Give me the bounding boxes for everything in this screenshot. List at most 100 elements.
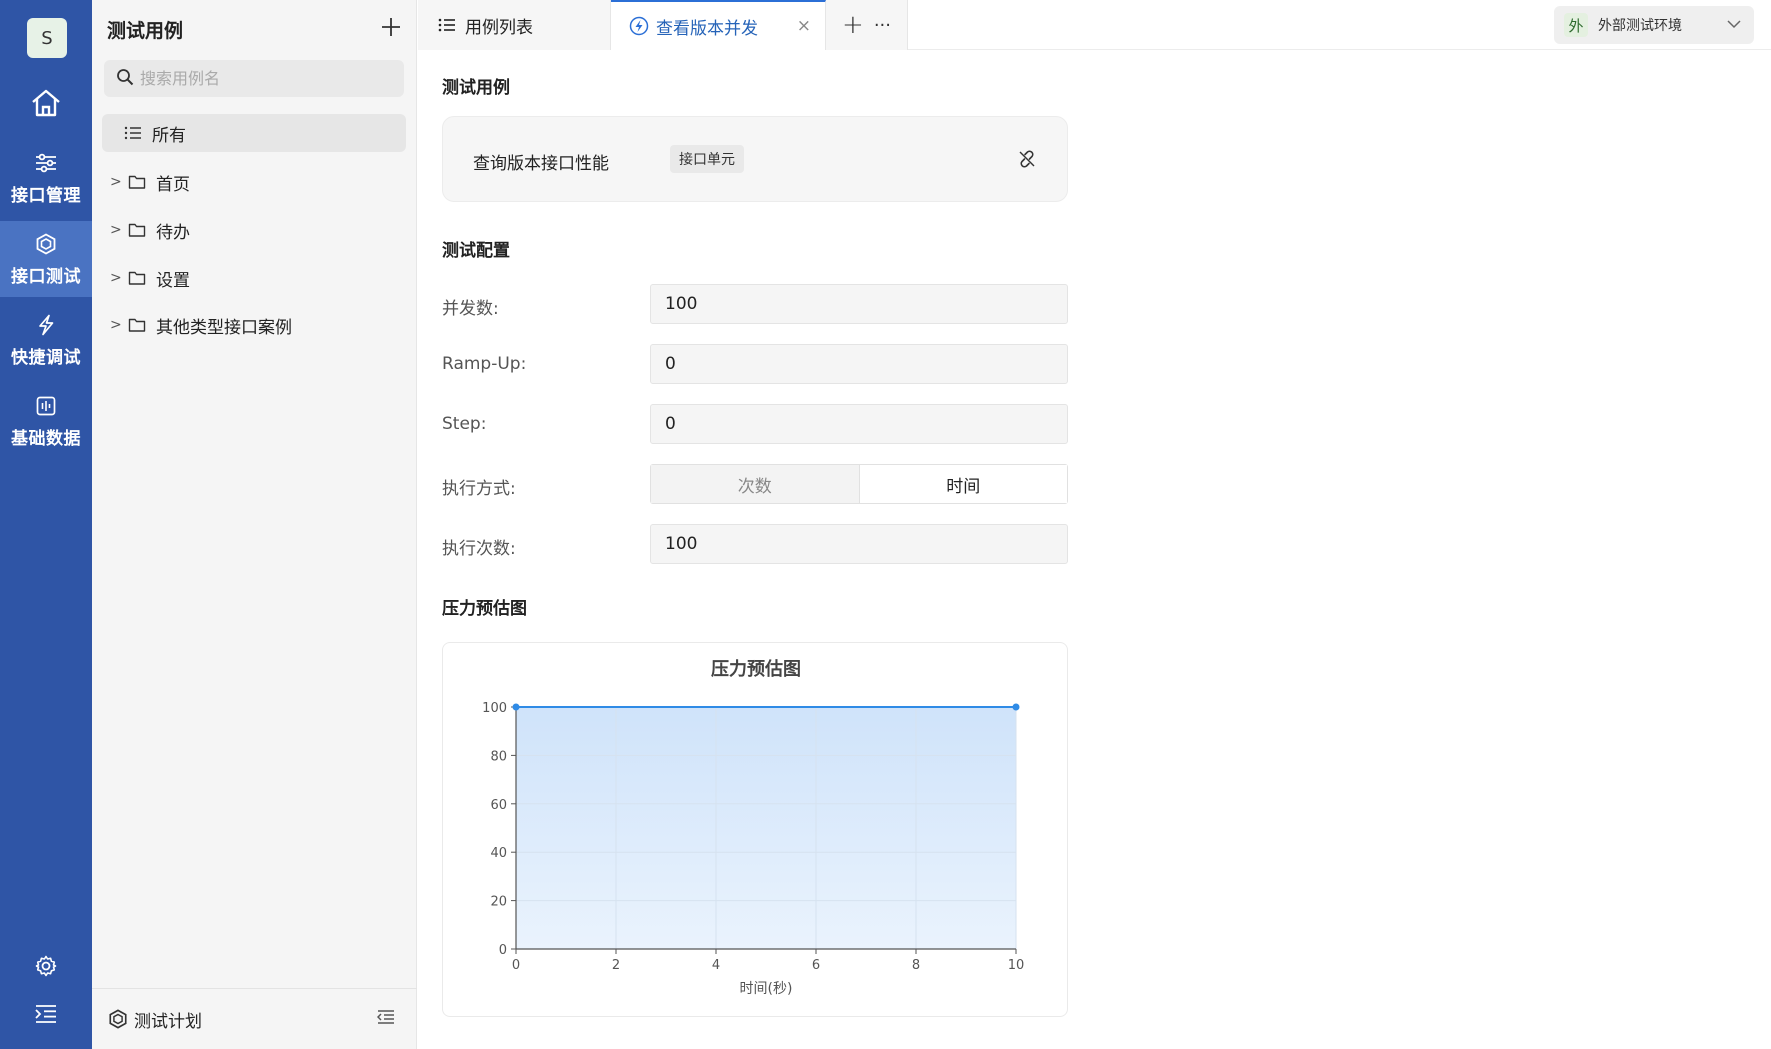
tab-actions: + ··· — [826, 0, 908, 50]
list-icon — [438, 15, 458, 35]
lightning-circle-icon — [629, 16, 649, 36]
mode-option-count[interactable]: 次数 — [651, 465, 860, 503]
tree-folder-other-cases[interactable]: > 其他类型接口案例 — [102, 306, 406, 344]
execution-count-input[interactable] — [650, 524, 1068, 564]
y-tick-label: 100 — [482, 701, 507, 716]
x-tick-label: 0 — [512, 958, 520, 973]
collapse-menu-icon[interactable] — [376, 1009, 397, 1029]
execution-count-label: 执行次数: — [442, 539, 516, 559]
rail-item-api-test[interactable]: 接口测试 — [0, 221, 92, 297]
y-tick-label: 60 — [490, 798, 507, 813]
rail-item-quick-debug[interactable]: 快捷调试 — [0, 302, 92, 378]
tree-folder-home[interactable]: > 首页 — [102, 163, 406, 201]
x-tick-label: 6 — [812, 958, 820, 973]
chart-title: 压力预估图 — [711, 658, 801, 680]
case-tree-panel: 测试用例 所有 > 首页 > 待办 > — [92, 0, 417, 1049]
y-tick-label: 0 — [499, 943, 507, 958]
chevron-right-icon[interactable]: > — [110, 317, 124, 333]
pressure-chart: 压力预估图 0 2 4 6 8 10 0 20 40 60 80 100 时间(秒) — [442, 642, 1068, 1017]
search-box — [104, 60, 404, 97]
series-area — [516, 707, 1016, 949]
home-icon[interactable] — [28, 86, 64, 120]
hexagon-cube-icon — [34, 232, 58, 256]
search-icon — [116, 68, 134, 90]
chevron-down-icon[interactable] — [1726, 16, 1742, 32]
x-axis-label: 时间(秒) — [740, 981, 793, 997]
step-label: Step: — [442, 414, 487, 434]
concurrency-label: 并发数: — [442, 299, 499, 319]
chevron-right-icon[interactable]: > — [110, 270, 124, 286]
add-icon[interactable] — [380, 16, 402, 38]
panel-title: 测试用例 — [107, 20, 184, 42]
y-tick-label: 40 — [490, 846, 507, 861]
chevron-right-icon[interactable]: > — [110, 222, 124, 238]
x-tick-label: 2 — [612, 958, 620, 973]
sliders-icon — [34, 151, 58, 175]
settings-gear-icon[interactable] — [30, 950, 62, 982]
rampup-label: Ramp-Up: — [442, 354, 527, 374]
step-input[interactable] — [650, 404, 1068, 444]
environment-badge: 外 — [1564, 13, 1588, 37]
tree-item-label: 设置 — [156, 270, 190, 291]
search-input[interactable] — [140, 69, 380, 88]
section-title-pressure-chart: 压力预估图 — [442, 599, 527, 619]
data-point — [512, 703, 520, 711]
tree-item-label: 其他类型接口案例 — [156, 317, 292, 338]
test-plan-icon — [108, 1009, 128, 1029]
rail-item-base-data[interactable]: 基础数据 — [0, 383, 92, 459]
case-name: 查询版本接口性能 — [473, 154, 609, 174]
tree-item-label: 待办 — [156, 222, 190, 243]
tab-label: 用例列表 — [465, 17, 533, 38]
tree-item-label: 首页 — [156, 174, 190, 195]
avatar[interactable]: S — [27, 18, 67, 58]
chevron-right-icon[interactable]: > — [110, 174, 124, 190]
rail-item-label: 接口管理 — [11, 185, 81, 206]
rampup-input[interactable] — [650, 344, 1068, 384]
test-case-card: 查询版本接口性能 接口单元 — [442, 116, 1068, 202]
pressure-chart-svg: 压力预估图0 2 4 6 8 10020406080100时间(秒) — [482, 658, 1025, 997]
y-tick-label: 20 — [490, 895, 507, 910]
folder-icon — [128, 220, 148, 240]
x-tick-label: 10 — [1008, 958, 1025, 973]
tree-folder-settings[interactable]: > 设置 — [102, 259, 406, 297]
data-panel-icon — [34, 394, 58, 418]
tab-version-concurrency[interactable]: 查看版本并发 × — [611, 0, 826, 50]
tree-folder-todo[interactable]: > 待办 — [102, 211, 406, 249]
unlink-icon[interactable] — [1017, 149, 1037, 169]
tab-label: 查看版本并发 — [656, 18, 758, 39]
rail-item-label: 基础数据 — [11, 428, 81, 449]
y-tick-label: 80 — [490, 749, 507, 764]
folder-icon — [128, 315, 148, 335]
tab-case-list[interactable]: 用例列表 — [418, 0, 611, 50]
test-plan-footer[interactable]: 测试计划 — [92, 988, 417, 1049]
rail-item-label: 接口测试 — [11, 266, 81, 287]
more-icon[interactable]: ··· — [874, 15, 891, 36]
x-tick-label: 8 — [912, 958, 920, 973]
mode-option-time[interactable]: 时间 — [859, 465, 1067, 503]
environment-selector[interactable]: 外 外部测试环境 — [1554, 6, 1754, 44]
execution-mode-label: 执行方式: — [442, 479, 516, 499]
app-window: S 接口管理 接口测试 快捷调试 基础数据 测试用例 搜索用例名 所有 > 首页… — [0, 0, 1771, 1049]
rail-item-api-management[interactable]: 接口管理 — [0, 140, 92, 216]
environment-label: 外部测试环境 — [1598, 18, 1682, 34]
folder-icon — [128, 172, 148, 192]
data-point — [1012, 703, 1020, 711]
concurrency-input[interactable] — [650, 284, 1068, 324]
expand-menu-icon[interactable] — [30, 998, 62, 1030]
folder-icon — [128, 268, 148, 288]
case-type-tag: 接口单元 — [670, 145, 744, 173]
tree-item-all[interactable]: 所有 — [102, 114, 406, 152]
tab-bar: 用例列表 查看版本并发 × + ··· 外 外部测试环境 — [418, 0, 1771, 50]
lightning-icon — [34, 313, 58, 337]
section-title-test-case: 测试用例 — [442, 78, 510, 98]
x-tick-label: 4 — [712, 958, 720, 973]
rail-item-label: 快捷调试 — [11, 347, 81, 368]
execution-mode-toggle: 次数 时间 — [650, 464, 1068, 504]
add-tab-icon[interactable]: + — [842, 10, 864, 40]
list-icon — [124, 123, 144, 143]
close-tab-icon[interactable]: × — [797, 16, 811, 36]
section-title-test-config: 测试配置 — [442, 241, 510, 261]
tree-item-label: 所有 — [152, 125, 186, 146]
nav-rail: S 接口管理 接口测试 快捷调试 基础数据 — [0, 0, 92, 1049]
test-plan-label: 测试计划 — [134, 1011, 202, 1032]
